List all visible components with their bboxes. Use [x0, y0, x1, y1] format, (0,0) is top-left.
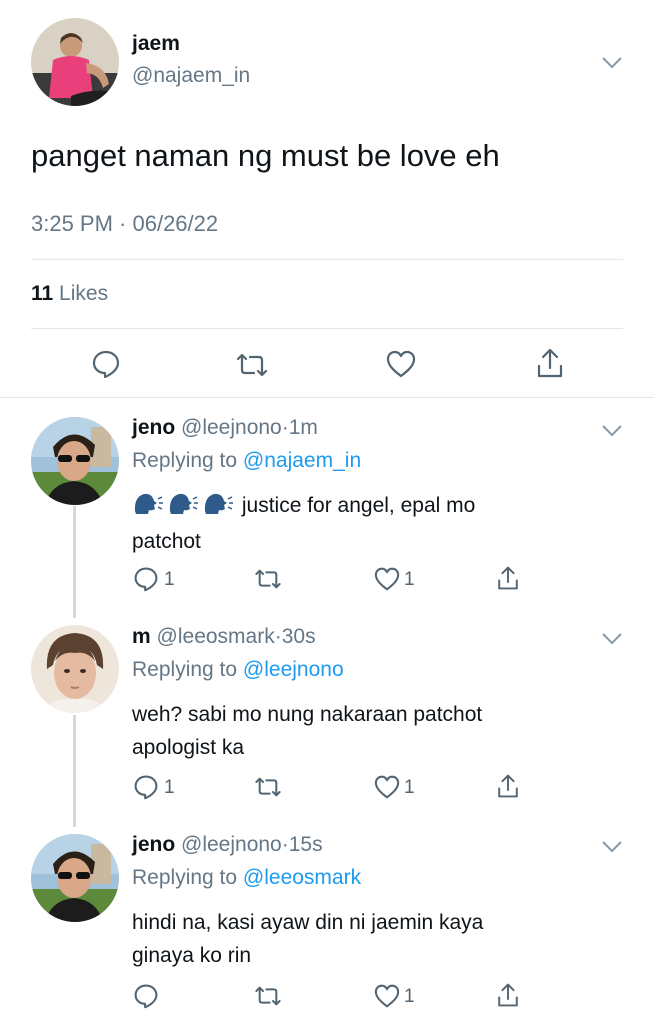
divider	[31, 328, 623, 329]
reply-icon[interactable]	[133, 566, 159, 592]
like-icon[interactable]	[374, 984, 400, 1008]
reply-header: jeno @leejnono·1m	[132, 416, 318, 440]
handle[interactable]: @leejnono	[181, 416, 282, 439]
likes-count: 11	[31, 282, 54, 305]
replying-prefix: Replying to	[132, 658, 238, 681]
divider	[31, 259, 623, 260]
display-name[interactable]: jeno	[132, 416, 175, 439]
like-icon[interactable]	[374, 775, 400, 799]
chevron-down-icon[interactable]	[601, 424, 623, 438]
like-count: 1	[404, 986, 415, 1007]
likes-label: Likes	[59, 282, 109, 305]
like-icon[interactable]	[374, 567, 400, 591]
reply-count: 1	[164, 569, 175, 590]
handle[interactable]: @leeosmark	[157, 625, 275, 648]
speaking-head-icon	[132, 489, 236, 525]
like-icon[interactable]	[386, 350, 416, 378]
avatar[interactable]	[31, 18, 119, 106]
replying-to: Replying to @leejnono	[132, 658, 344, 682]
avatar[interactable]	[31, 417, 119, 505]
reply-icon[interactable]	[133, 774, 159, 800]
avatar[interactable]	[31, 834, 119, 922]
handle[interactable]: @najaem_in	[132, 64, 250, 88]
reply-text-line2: apologist ka	[132, 736, 245, 759]
avatar[interactable]	[31, 625, 119, 713]
retweet-icon[interactable]	[253, 568, 283, 590]
reply-icon[interactable]	[91, 349, 121, 379]
replying-to-handle[interactable]: @najaem_in	[243, 449, 361, 472]
display-name[interactable]: jaem	[132, 32, 180, 56]
replying-to: Replying to @leeosmark	[132, 866, 361, 890]
replying-prefix: Replying to	[132, 866, 238, 889]
divider	[0, 397, 654, 398]
relative-time[interactable]: 30s	[282, 625, 316, 648]
reply-text: justice for angel, epal mo patchot	[132, 489, 612, 558]
replying-to: Replying to @najaem_in	[132, 449, 361, 473]
reply-text-line1: hindi na, kasi ayaw din ni jaemin kaya	[132, 911, 484, 934]
reply-count: 1	[164, 777, 175, 798]
replying-to-handle[interactable]: @leejnono	[243, 658, 344, 681]
separator: ·	[274, 625, 282, 648]
relative-time[interactable]: 1m	[289, 416, 318, 439]
chevron-down-icon[interactable]	[601, 840, 623, 854]
timestamp[interactable]: 3:25 PM · 06/26/22	[31, 211, 218, 237]
tweet-text: panget naman ng must be love eh	[31, 138, 500, 173]
separator: ·	[281, 833, 289, 856]
thread-line	[73, 506, 76, 618]
separator: ·	[281, 416, 289, 439]
replying-to-handle[interactable]: @leeosmark	[243, 866, 361, 889]
reply-header: m @leeosmark·30s	[132, 625, 316, 649]
handle[interactable]: @leejnono	[181, 833, 282, 856]
reply-text-line2: patchot	[132, 530, 201, 553]
reply-icon[interactable]	[133, 983, 159, 1009]
chevron-down-icon[interactable]	[601, 632, 623, 646]
reply-text-line1: justice for angel, epal mo	[241, 494, 476, 517]
like-count: 1	[404, 569, 415, 590]
reply-header: jeno @leejnono·15s	[132, 833, 323, 857]
reply-text-line1: weh? sabi mo nung nakaraan patchot	[132, 703, 483, 726]
share-icon[interactable]	[496, 565, 520, 591]
reply-text: weh? sabi mo nung nakaraan patchot apolo…	[132, 698, 612, 764]
thread-line	[73, 715, 76, 827]
display-name[interactable]: m	[132, 625, 151, 648]
reply-text-line2: ginaya ko rin	[132, 944, 252, 967]
share-icon[interactable]	[496, 773, 520, 799]
likes-stat[interactable]: 11 Likes	[31, 282, 108, 306]
retweet-icon[interactable]	[253, 985, 283, 1007]
relative-time[interactable]: 15s	[289, 833, 323, 856]
display-name[interactable]: jeno	[132, 833, 175, 856]
retweet-icon[interactable]	[234, 352, 270, 378]
chevron-down-icon[interactable]	[601, 56, 623, 70]
like-count: 1	[404, 777, 415, 798]
retweet-icon[interactable]	[253, 776, 283, 798]
share-icon[interactable]	[496, 982, 520, 1008]
reply-text: hindi na, kasi ayaw din ni jaemin kaya g…	[132, 906, 622, 972]
share-icon[interactable]	[535, 347, 565, 379]
replying-prefix: Replying to	[132, 449, 238, 472]
